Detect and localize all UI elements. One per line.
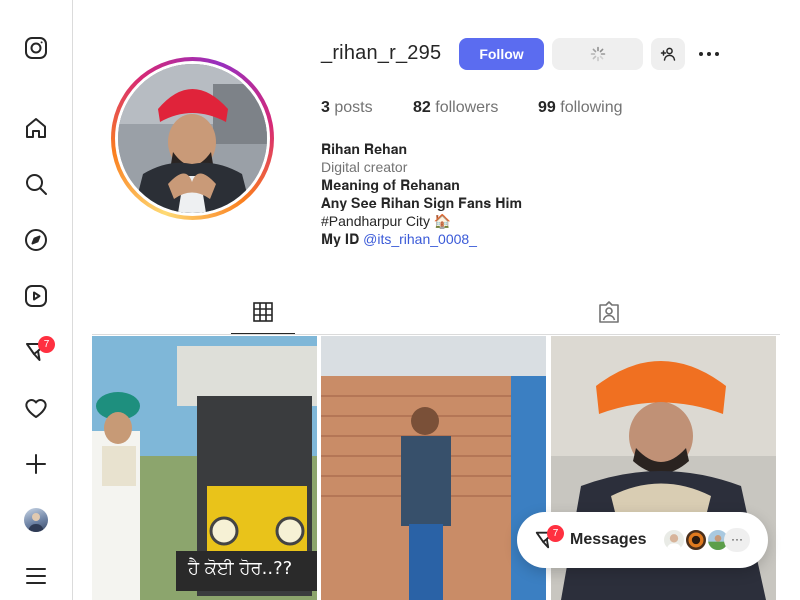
active-tab-indicator (231, 333, 295, 334)
suggested-users-button[interactable] (651, 38, 685, 70)
reels-icon[interactable] (24, 284, 48, 308)
story-ring[interactable] (111, 57, 274, 220)
sidebar: 7 (0, 0, 73, 600)
followers-count[interactable]: 82 followers (413, 99, 498, 117)
bio-id-prefix: 𝐌𝐲 𝐈𝐃 (321, 231, 364, 247)
following-count[interactable]: 99 following (538, 99, 623, 117)
message-button-loading[interactable] (552, 38, 643, 70)
tab-tagged-icon[interactable] (597, 300, 621, 324)
bio-line: 𝐌𝐞𝐚𝐧𝐢𝐧𝐠 𝐨𝐟 𝐑𝐞𝐡𝐚𝐧𝐚𝐧 (321, 177, 460, 193)
posts-count-value: 3 (321, 99, 330, 116)
create-plus-icon[interactable] (24, 452, 48, 476)
followers-count-value: 82 (413, 99, 431, 116)
bio-mention-link[interactable]: @its_rihan_0008_ (363, 231, 477, 247)
posts-count-label: posts (334, 99, 373, 116)
message-avatar (662, 528, 686, 552)
more-options-icon[interactable] (697, 42, 721, 66)
home-icon[interactable] (24, 116, 48, 140)
bio-id-line: 𝐌𝐲 𝐈𝐃 @its_rihan_0008_ (321, 230, 522, 248)
following-count-label: following (560, 99, 623, 116)
tab-posts-grid-icon[interactable] (251, 300, 275, 324)
svg-text:ਹੈ ਕੋਈ ਹੋਰ..??: ਹੈ ਕੋਈ ਹੋਰ..?? (187, 558, 292, 579)
follow-button[interactable]: Follow (459, 38, 544, 70)
loading-spinner-icon (590, 46, 606, 62)
bio-name: 𝐑𝐢𝐡𝐚𝐧 𝐑𝐞𝐡𝐚𝐧 (321, 141, 408, 157)
messages-label: Messages (570, 531, 647, 548)
profile-username: _rihan_r_295 (321, 42, 442, 64)
add-person-icon (660, 47, 676, 61)
heart-icon[interactable] (24, 396, 48, 420)
bio-category: Digital creator (321, 159, 408, 175)
post-thumbnail[interactable] (321, 336, 546, 600)
search-icon[interactable] (24, 172, 48, 196)
profile-bio: 𝐑𝐢𝐡𝐚𝐧 𝐑𝐞𝐡𝐚𝐧 Digital creator 𝐌𝐞𝐚𝐧𝐢𝐧𝐠 𝐨𝐟 𝐑… (321, 140, 522, 248)
profile-picture[interactable] (118, 64, 267, 213)
bio-line: #Pandharpur City 🏠 (321, 213, 452, 229)
tabs-divider (92, 334, 780, 335)
posts-count: 3 posts (321, 99, 373, 117)
instagram-logo-icon[interactable] (24, 36, 48, 60)
post-thumbnail[interactable]: ਹੈ ਕੋਈ ਹੋਰ..?? (92, 336, 317, 600)
story-ring-gap (115, 61, 270, 216)
profile-avatar[interactable] (24, 508, 48, 532)
messages-more-avatars: ··· (724, 528, 750, 552)
notifications-badge: 7 (38, 336, 55, 353)
message-avatar (684, 528, 708, 552)
followers-count-label: followers (435, 99, 499, 116)
explore-compass-icon[interactable] (24, 228, 48, 252)
bio-line: 𝐀𝐧𝐲 𝐒𝐞𝐞 𝐑𝐢𝐡𝐚𝐧 𝐒𝐢𝐠𝐧 𝐅𝐚𝐧𝐬 𝐇𝐢𝐦 (321, 195, 522, 211)
messages-badge: 7 (547, 525, 564, 542)
following-count-value: 99 (538, 99, 556, 116)
menu-hamburger-icon[interactable] (24, 564, 48, 588)
